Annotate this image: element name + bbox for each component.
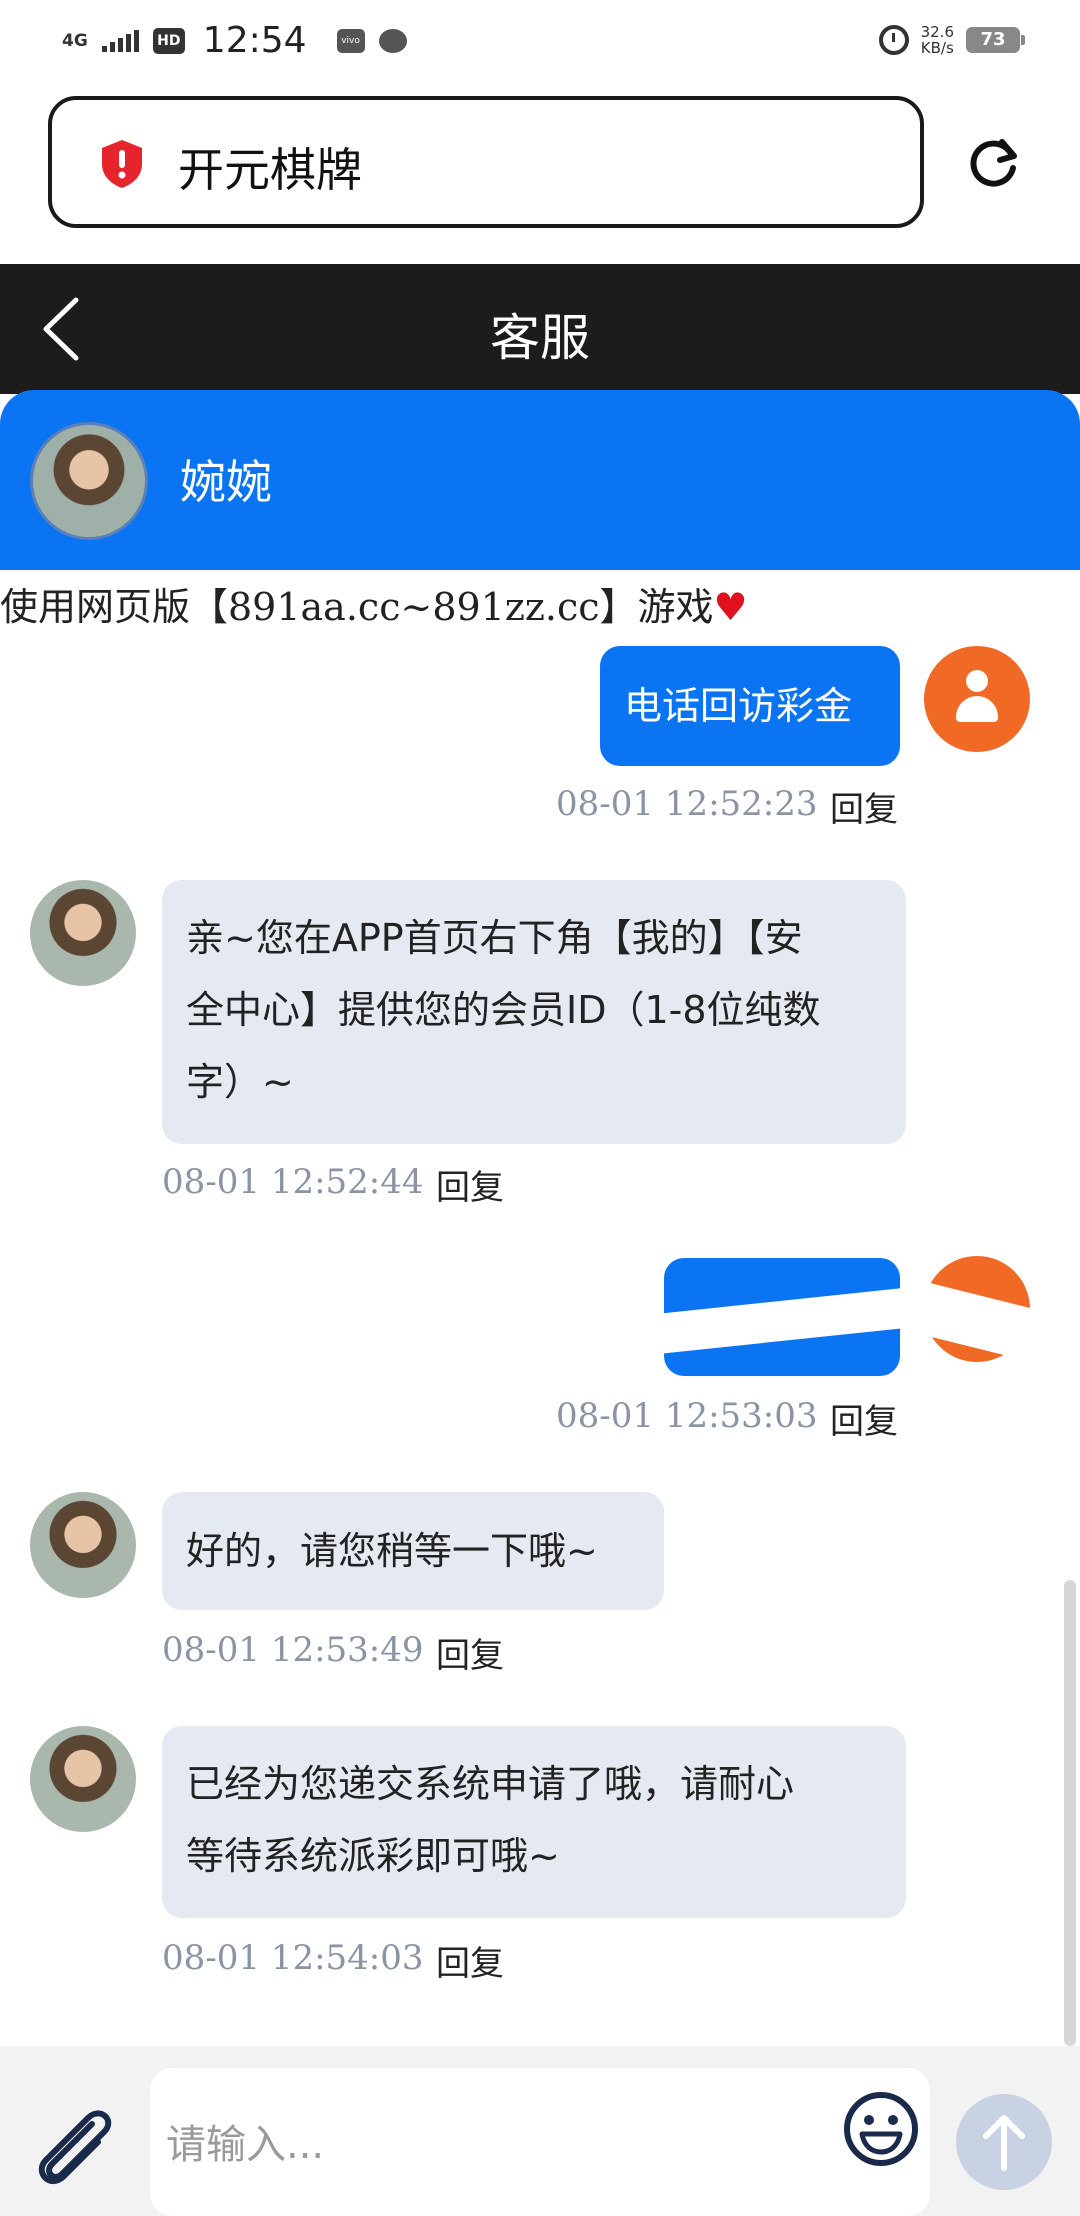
- agent-name: 婉婉: [180, 455, 272, 509]
- reply-button[interactable]: 回复: [830, 782, 898, 831]
- alarm-icon: [878, 25, 909, 55]
- input-placeholder: 请输入...: [166, 2122, 325, 2168]
- agent-avatar-small: [30, 1726, 136, 1832]
- message-bubble-outgoing: 电话回访彩金: [600, 646, 900, 766]
- status-bar: 4G HD 12:54 vivo 32.6 KB/s 73: [0, 0, 1080, 88]
- reply-button[interactable]: 回复: [436, 1936, 504, 1985]
- message-bubble-incoming: 已经为您递交系统申请了哦，请耐心 等待系统派彩即可哦~: [162, 1726, 906, 1918]
- agent-avatar-small: [30, 1492, 136, 1598]
- send-button[interactable]: [956, 2094, 1052, 2190]
- reply-button[interactable]: 回复: [436, 1160, 504, 1209]
- message-line: 亲~您在APP首页右下角【我的】【安: [186, 916, 803, 960]
- network-type: 4G: [62, 30, 88, 51]
- reply-button[interactable]: 回复: [830, 1394, 898, 1443]
- speed-unit: KB/s: [920, 39, 954, 57]
- message-time: 08-01 12:54:03: [162, 1938, 424, 1978]
- vivo-icon: vivo: [336, 28, 365, 53]
- message-time: 08-01 12:52:44: [162, 1162, 424, 1202]
- notice-text: 使用网页版【891aa.cc~891zz.cc】游戏: [0, 585, 714, 629]
- status-time: 12:54: [202, 20, 307, 61]
- message-time: 08-01 12:52:23: [556, 784, 818, 824]
- message-time: 08-01 12:53:03: [556, 1396, 818, 1436]
- message-notification-icon: [378, 28, 407, 53]
- message-bubble-incoming: 亲~您在APP首页右下角【我的】【安 全中心】提供您的会员ID（1-8位纯数 字…: [162, 880, 906, 1144]
- reload-icon[interactable]: [966, 134, 1022, 190]
- message-bubble-incoming: 好的，请您稍等一下哦~: [162, 1492, 664, 1610]
- chat-scrollbar[interactable]: [1064, 1580, 1076, 2046]
- message-line: 全中心】提供您的会员ID（1-8位纯数: [186, 988, 821, 1032]
- security-warning-icon: [102, 140, 142, 188]
- heart-icon: ♥: [713, 585, 748, 629]
- agent-avatar: [30, 422, 148, 540]
- agent-bar: 婉婉: [0, 390, 1080, 570]
- message-time: 08-01 12:53:49: [162, 1630, 424, 1670]
- message-input[interactable]: 请输入...: [150, 2068, 930, 2216]
- message-line: 字）~: [186, 1060, 294, 1104]
- person-icon: [966, 670, 988, 692]
- network-speed: 32.6 KB/s: [921, 24, 954, 56]
- user-avatar: [924, 646, 1030, 752]
- notice-banner: 使用网页版【891aa.cc~891zz.cc】游戏♥: [0, 572, 1080, 644]
- address-text: 开元棋牌: [178, 143, 362, 197]
- message-line: 已经为您递交系统申请了哦，请耐心: [186, 1762, 795, 1806]
- page-header: 客服: [0, 264, 1080, 394]
- attachment-icon[interactable]: [30, 2110, 122, 2186]
- status-left: 4G HD 12:54 vivo: [62, 20, 407, 61]
- address-bar[interactable]: 开元棋牌: [48, 96, 924, 228]
- message-line: 等待系统派彩即可哦~: [186, 1834, 560, 1878]
- signal-icon: [101, 29, 139, 52]
- message-text: 好的，请您稍等一下哦~: [186, 1529, 598, 1573]
- status-right: 32.6 KB/s 73: [878, 24, 1025, 56]
- reply-button[interactable]: 回复: [436, 1628, 504, 1677]
- arrow-up-icon: [983, 2115, 1025, 2171]
- page-title: 客服: [490, 309, 590, 367]
- agent-avatar-small: [30, 880, 136, 986]
- emoji-icon[interactable]: [842, 2090, 920, 2168]
- message-text: 电话回访彩金: [624, 684, 853, 728]
- hd-icon: HD: [152, 27, 185, 54]
- battery-icon: 73: [966, 27, 1025, 53]
